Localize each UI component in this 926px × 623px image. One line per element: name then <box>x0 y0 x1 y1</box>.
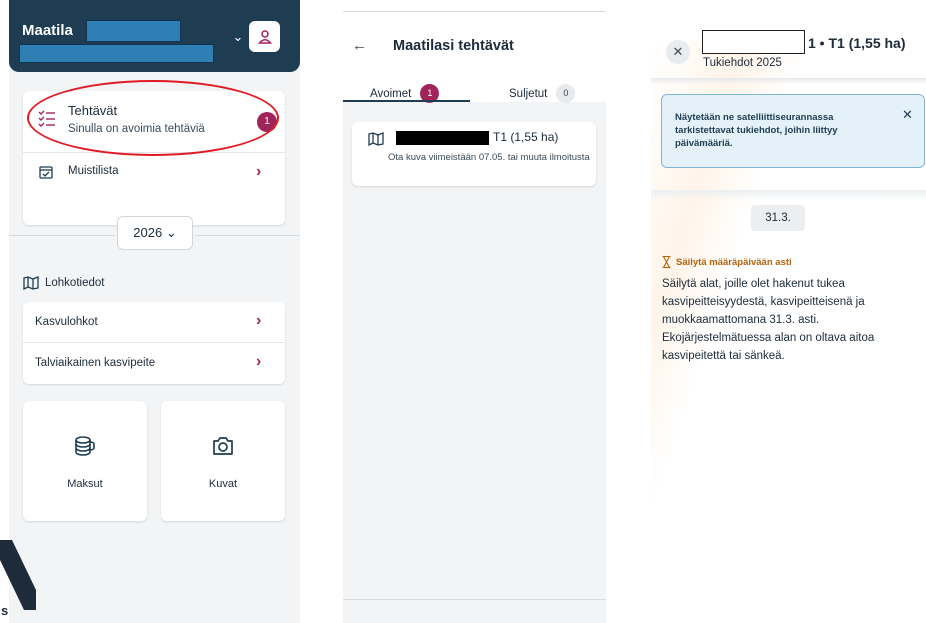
app-bar: ← Maatilasi tehtävät Avoimet 1 Suljetut … <box>343 12 606 103</box>
page-title: Maatilasi tehtävät <box>393 38 514 54</box>
tasks-subtitle: Sinulla on avoimia tehtäviä <box>68 123 205 135</box>
year-select[interactable]: 2026 ⌄ <box>117 216 193 250</box>
farm-title: Maatila <box>22 22 73 39</box>
tab-label: Avoimet <box>370 87 412 100</box>
divider <box>195 235 300 236</box>
tile-label: Maksut <box>67 478 103 490</box>
logo-fragment <box>0 540 36 610</box>
divider <box>343 599 606 600</box>
checklist-icon <box>38 110 55 127</box>
redacted-parcel-name <box>396 131 489 145</box>
chevron-down-icon: ⌄ <box>165 225 177 240</box>
chevron-right-icon: › <box>256 163 262 180</box>
farm-switcher-chevron-icon[interactable]: ⌄ <box>229 28 247 46</box>
logo-letter: s <box>1 603 9 618</box>
hourglass-icon <box>662 256 671 268</box>
date-chip: 31.3. <box>751 205 805 231</box>
year-value: 2026 <box>133 225 163 240</box>
list-item-label: Talviaikainen kasvipeite <box>35 357 156 369</box>
info-text: Näytetään ne satelliittiseurannassa tark… <box>675 112 838 149</box>
coins-icon <box>75 436 95 456</box>
tab-label: Suljetut <box>509 87 548 100</box>
tasks-row[interactable]: Tehtävät Sinulla on avoimia tehtäviä 1 <box>23 91 285 152</box>
support-conditions-panel: ✕ 1 • T1 (1,55 ha) Tukiehdot 2025 Näytet… <box>651 0 926 623</box>
redacted-farm-id <box>19 44 214 63</box>
tasks-card: Tehtävät Sinulla on avoimia tehtäviä 1 M… <box>23 91 285 225</box>
memo-label: Muistilista <box>68 165 119 177</box>
tab-count-badge: 0 <box>556 84 576 103</box>
camera-icon <box>213 437 233 455</box>
user-icon <box>257 29 272 44</box>
close-icon[interactable]: ✕ <box>666 40 690 64</box>
warning-title: Säilytä määräpäivään asti <box>676 256 792 268</box>
farm-header: Maatila ⌄ <box>9 0 300 72</box>
active-tab-indicator <box>343 100 470 102</box>
warning-text: Säilytä alat, joille olet hakenut tukea … <box>662 278 875 362</box>
list-item-label: Kasvulohkot <box>35 316 98 328</box>
back-arrow-icon[interactable]: ← <box>352 37 367 54</box>
task-title: T1 (1,55 ha) <box>493 130 559 144</box>
map-icon <box>23 276 39 290</box>
tasks-count-badge: 1 <box>257 112 277 132</box>
tab-closed[interactable]: Suljetut 0 <box>509 84 576 103</box>
chevron-right-icon: › <box>256 312 262 329</box>
list-item-winter-cover[interactable]: Talviaikainen kasvipeite › <box>23 343 285 384</box>
divider <box>9 235 115 236</box>
payments-tile[interactable]: Maksut <box>23 401 147 521</box>
profile-button[interactable] <box>249 21 280 52</box>
divider <box>651 78 926 84</box>
info-notice: Näytetään ne satelliittiseurannassa tark… <box>661 94 925 168</box>
images-tile[interactable]: Kuvat <box>161 401 285 521</box>
close-icon[interactable]: ✕ <box>902 107 913 123</box>
divider <box>651 190 926 200</box>
redacted-farm-name <box>86 20 181 42</box>
status-bar <box>343 0 606 12</box>
warning-heading: Säilytä määräpäivään asti <box>662 256 792 268</box>
tile-label: Kuvat <box>208 478 238 490</box>
detail-title: 1 • T1 (1,55 ha) <box>808 35 906 51</box>
calendar-check-icon <box>39 166 53 179</box>
parcels-heading: Lohkotiedot <box>23 276 104 290</box>
farm-tasks-panel: ← Maatilasi tehtävät Avoimet 1 Suljetut … <box>343 0 606 623</box>
chevron-right-icon: › <box>256 353 262 370</box>
task-description: Ota kuva viimeistään 07.05. tai muuta il… <box>388 152 590 163</box>
redacted-parcel-name <box>702 30 805 54</box>
detail-subtitle: Tukiehdot 2025 <box>703 57 782 69</box>
tasks-title: Tehtävät <box>68 103 118 118</box>
farm-home-panel: Maatila ⌄ Tehtävät Sinulla on avoimia te… <box>9 0 300 623</box>
list-item-growth-parcels[interactable]: Kasvulohkot › <box>23 302 285 342</box>
memo-row[interactable]: Muistilista › <box>23 153 285 193</box>
map-icon <box>368 132 384 146</box>
parcels-heading-text: Lohkotiedot <box>45 277 105 289</box>
parcels-card: Kasvulohkot › Talviaikainen kasvipeite › <box>23 302 285 384</box>
